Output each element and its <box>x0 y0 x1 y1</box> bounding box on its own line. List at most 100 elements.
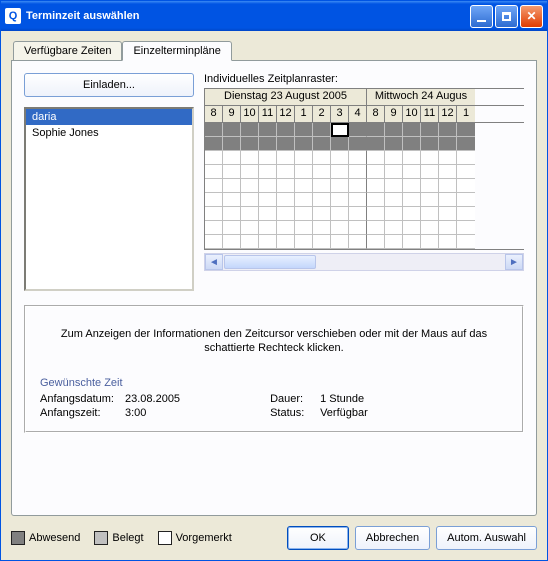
grid-cell[interactable] <box>439 137 457 151</box>
grid-cell[interactable] <box>403 221 421 235</box>
grid-cell[interactable] <box>385 179 403 193</box>
grid-cell[interactable] <box>259 221 277 235</box>
scroll-right-button[interactable]: ► <box>505 254 523 270</box>
grid-cell[interactable] <box>259 193 277 207</box>
grid-cell[interactable] <box>241 221 259 235</box>
grid-cell[interactable] <box>349 193 367 207</box>
grid-row[interactable] <box>205 179 524 193</box>
time-grid[interactable]: Dienstag 23 August 2005Mittwoch 24 Augus… <box>204 88 524 250</box>
grid-cell[interactable] <box>367 221 385 235</box>
grid-cell[interactable] <box>241 165 259 179</box>
grid-cell[interactable] <box>439 235 457 249</box>
grid-cell[interactable] <box>277 165 295 179</box>
grid-cell[interactable] <box>205 235 223 249</box>
grid-cell[interactable] <box>277 151 295 165</box>
grid-cell[interactable] <box>421 207 439 221</box>
grid-cell[interactable] <box>331 165 349 179</box>
grid-cell[interactable] <box>349 179 367 193</box>
grid-cell[interactable] <box>331 179 349 193</box>
grid-cell[interactable] <box>313 235 331 249</box>
grid-row[interactable] <box>205 221 524 235</box>
grid-cell[interactable] <box>367 137 385 151</box>
grid-cell[interactable] <box>367 193 385 207</box>
grid-cell[interactable] <box>367 179 385 193</box>
grid-cell[interactable] <box>259 179 277 193</box>
grid-cell[interactable] <box>241 123 259 137</box>
grid-cell[interactable] <box>277 193 295 207</box>
grid-cell[interactable] <box>439 207 457 221</box>
grid-cell[interactable] <box>403 165 421 179</box>
grid-cell[interactable] <box>241 137 259 151</box>
grid-cell[interactable] <box>313 207 331 221</box>
grid-cell[interactable] <box>223 165 241 179</box>
grid-cell[interactable] <box>349 165 367 179</box>
grid-cell[interactable] <box>331 235 349 249</box>
grid-cell[interactable] <box>295 179 313 193</box>
grid-cell[interactable] <box>331 123 349 137</box>
grid-cell[interactable] <box>457 123 475 137</box>
grid-cell[interactable] <box>385 137 403 151</box>
grid-cell[interactable] <box>403 123 421 137</box>
maximize-button[interactable] <box>495 5 518 28</box>
grid-cell[interactable] <box>439 165 457 179</box>
grid-cell[interactable] <box>259 235 277 249</box>
horizontal-scrollbar[interactable]: ◄ ► <box>204 253 524 271</box>
grid-cell[interactable] <box>457 165 475 179</box>
grid-cell[interactable] <box>457 207 475 221</box>
grid-cell[interactable] <box>403 137 421 151</box>
grid-cell[interactable] <box>367 165 385 179</box>
auto-select-button[interactable]: Autom. Auswahl <box>436 526 537 550</box>
tab-available-times[interactable]: Verfügbare Zeiten <box>13 41 122 60</box>
grid-cell[interactable] <box>421 137 439 151</box>
invite-button[interactable]: Einladen... <box>24 73 194 97</box>
grid-row[interactable] <box>205 235 524 249</box>
grid-cell[interactable] <box>205 151 223 165</box>
grid-cell[interactable] <box>277 179 295 193</box>
grid-cell[interactable] <box>457 193 475 207</box>
grid-cell[interactable] <box>313 193 331 207</box>
grid-cell[interactable] <box>385 165 403 179</box>
grid-row[interactable] <box>205 193 524 207</box>
grid-cell[interactable] <box>385 123 403 137</box>
grid-cell[interactable] <box>259 123 277 137</box>
grid-cell[interactable] <box>349 207 367 221</box>
close-button[interactable]: ✕ <box>520 5 543 28</box>
grid-cell[interactable] <box>295 165 313 179</box>
grid-cell[interactable] <box>313 165 331 179</box>
grid-cell[interactable] <box>457 151 475 165</box>
grid-cell[interactable] <box>385 193 403 207</box>
grid-cell[interactable] <box>313 179 331 193</box>
grid-cell[interactable] <box>421 151 439 165</box>
grid-cell[interactable] <box>259 207 277 221</box>
grid-cell[interactable] <box>277 221 295 235</box>
grid-cell[interactable] <box>403 235 421 249</box>
grid-cell[interactable] <box>277 137 295 151</box>
grid-cell[interactable] <box>403 179 421 193</box>
grid-cell[interactable] <box>313 221 331 235</box>
grid-cell[interactable] <box>421 221 439 235</box>
grid-cell[interactable] <box>259 151 277 165</box>
minimize-button[interactable] <box>470 5 493 28</box>
grid-cell[interactable] <box>457 179 475 193</box>
grid-cell[interactable] <box>349 151 367 165</box>
grid-cell[interactable] <box>439 123 457 137</box>
grid-body[interactable] <box>205 123 524 250</box>
grid-cell[interactable] <box>223 221 241 235</box>
grid-cell[interactable] <box>421 235 439 249</box>
grid-cell[interactable] <box>457 221 475 235</box>
grid-cell[interactable] <box>421 179 439 193</box>
titlebar[interactable]: Q Terminzeit auswählen ✕ <box>1 1 547 31</box>
grid-cell[interactable] <box>277 123 295 137</box>
grid-cell[interactable] <box>349 123 367 137</box>
grid-cell[interactable] <box>421 123 439 137</box>
grid-cell[interactable] <box>259 165 277 179</box>
grid-cell[interactable] <box>367 235 385 249</box>
grid-cell[interactable] <box>331 193 349 207</box>
grid-cell[interactable] <box>295 207 313 221</box>
grid-cell[interactable] <box>295 137 313 151</box>
attendee-list[interactable]: dariaSophie Jones <box>24 107 194 291</box>
grid-cell[interactable] <box>223 193 241 207</box>
grid-cell[interactable] <box>421 165 439 179</box>
grid-cell[interactable] <box>277 207 295 221</box>
grid-cell[interactable] <box>205 207 223 221</box>
